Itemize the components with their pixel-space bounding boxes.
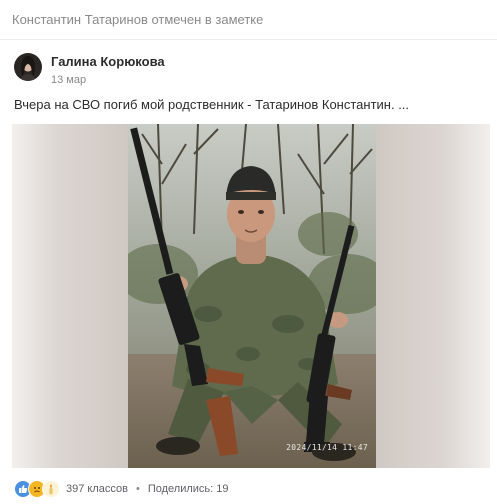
note-page: Константин Татаринов отмечен в заметке Г… [0, 0, 497, 504]
post-photo[interactable]: 2024/11/14 11:47 [128, 124, 376, 468]
photo-timestamp: 2024/11/14 11:47 [286, 443, 368, 452]
note-header: Константин Татаринов отмечен в заметке [0, 0, 497, 40]
note-header-title: Константин Татаринов отмечен в заметке [12, 12, 264, 27]
post-footer: 397 классов • Поделились: 19 [14, 478, 229, 500]
media-blur-right [374, 124, 490, 468]
avatar-image [14, 53, 42, 81]
post-media[interactable]: 2024/11/14 11:47 [12, 124, 490, 468]
media-blur-left [12, 124, 128, 468]
candle-icon[interactable] [42, 480, 60, 498]
soldier-photo-illustration [128, 124, 376, 468]
author-meta: Галина Корюкова 13 мар [51, 53, 165, 87]
post-date[interactable]: 13 мар [51, 74, 165, 87]
candle-glyph [49, 484, 53, 495]
reactions-group[interactable] [14, 480, 60, 498]
avatar[interactable] [14, 53, 42, 81]
post-text[interactable]: Вчера на СВО погиб мой родственник - Тат… [14, 97, 409, 113]
author-name[interactable]: Галина Корюкова [51, 53, 165, 70]
thumb-up-glyph [19, 485, 28, 493]
share-count-link[interactable]: Поделились: 19 [148, 483, 229, 495]
post-author-row: Галина Корюкова 13 мар [14, 53, 165, 87]
classes-count[interactable]: 397 классов [66, 483, 128, 495]
footer-separator: • [135, 483, 140, 495]
